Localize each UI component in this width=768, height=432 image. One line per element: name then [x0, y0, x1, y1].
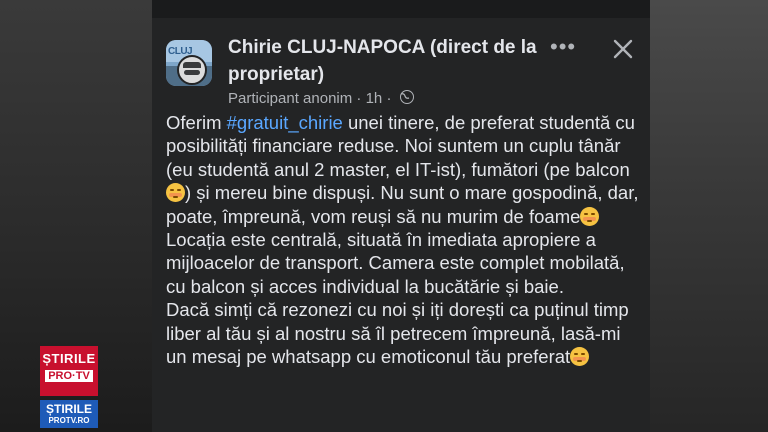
post-paragraph-3: Dacă simți că rezonezi cu noi și iți dor… [166, 299, 629, 368]
post-meta: Participant anonim · 1h · [228, 90, 414, 107]
smiling-face-emoji-icon [570, 347, 590, 367]
top-band [152, 0, 650, 18]
kissing-face-emoji-icon [580, 206, 600, 226]
stirile-protv-watermark: ȘTIRILE PRO·TV ȘTIRILE PROTV.RO [40, 346, 98, 428]
group-name-link[interactable]: Chirie CLUJ-NAPOCA (direct de la proprie… [228, 34, 548, 88]
close-icon[interactable] [612, 38, 634, 60]
post-body: Oferim #gratuit_chirie unei tinere, de p… [166, 111, 646, 368]
hashtag-link[interactable]: #gratuit_chirie [227, 112, 343, 133]
post-time[interactable]: 1h [366, 90, 383, 107]
author-name[interactable]: Participant anonim [228, 90, 352, 107]
smiling-face-emoji-icon [166, 183, 185, 203]
post-paragraph-2: Locația este centrală, situată în imedia… [166, 229, 625, 297]
globe-icon [399, 90, 414, 104]
background-right-blur [650, 0, 768, 432]
more-options-icon[interactable]: ••• [550, 34, 576, 60]
post-paragraph-1: Oferim #gratuit_chirie unei tinere, de p… [166, 112, 639, 227]
anonymous-avatar-icon [177, 55, 207, 85]
post-card: CLUJ Chirie CLUJ-NAPOCA (direct de la pr… [152, 0, 650, 432]
